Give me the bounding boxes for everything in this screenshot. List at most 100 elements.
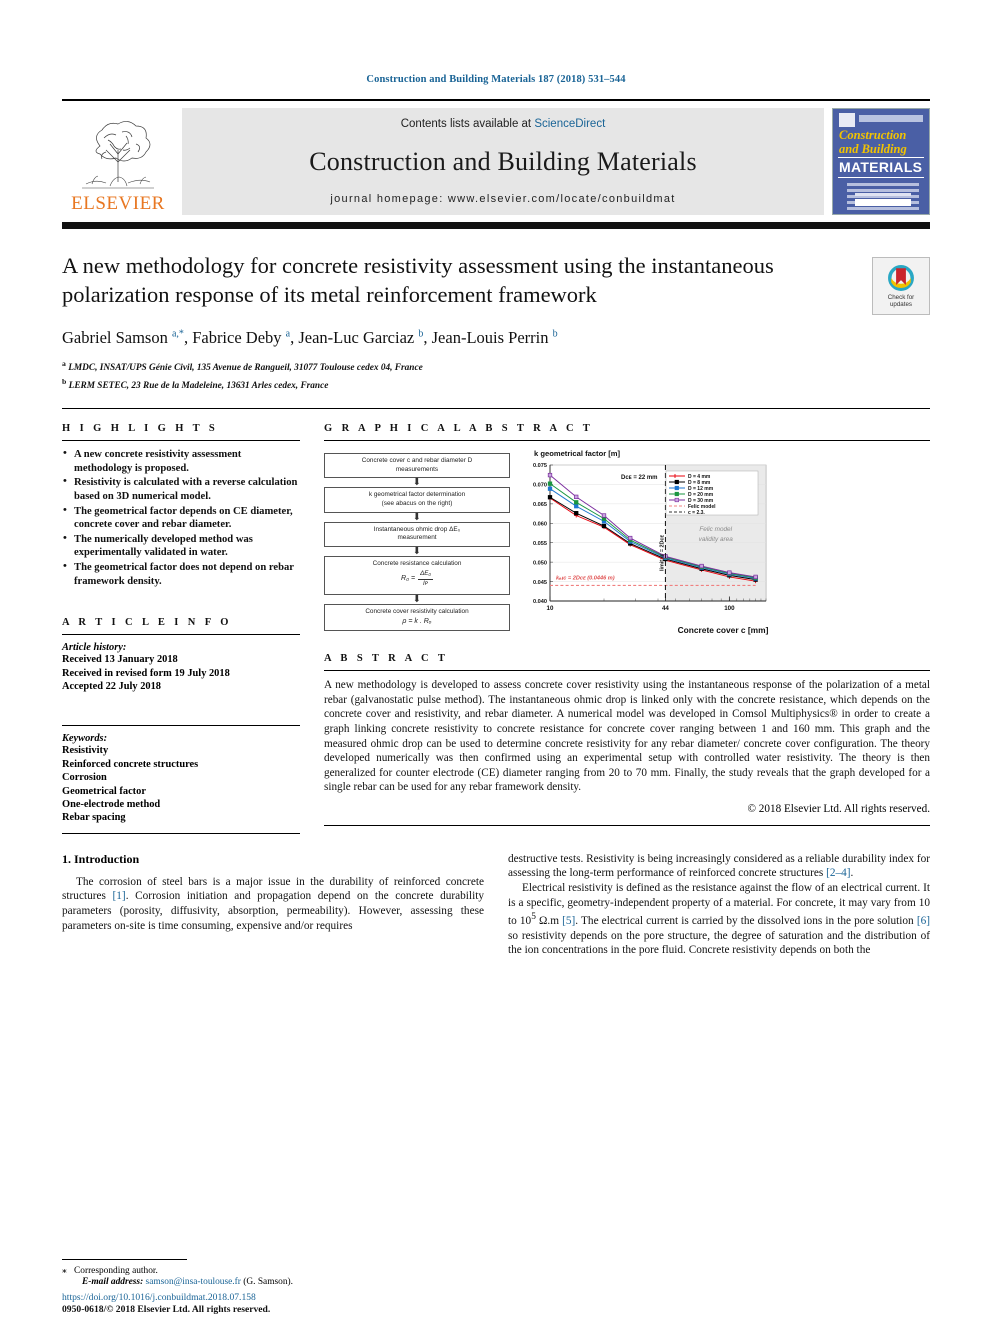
body-text-run: Ω.m — [536, 915, 562, 927]
cover-title-line3: MATERIALS — [839, 159, 925, 175]
citation-link[interactable]: [1] — [113, 890, 126, 902]
keywords-label: Keywords: — [62, 733, 300, 744]
email-label: E-mail address: — [82, 1277, 143, 1287]
k-factor-chart: k geometrical factor [m] 0.040 0.045 0.050… — [516, 449, 930, 635]
affiliation-b: b LERM SETEC, 23 Rue de la Madeleine, 13… — [62, 376, 858, 393]
annotation-ce-diameter: Dᴄᴇ = 22 mm — [621, 475, 658, 481]
formula-denominator: Iᴘ — [418, 580, 433, 589]
flowchart-step-4: Concrete resistance calculation R₀ = ΔE₀… — [324, 556, 510, 595]
flowchart-step-4-formula: R₀ = ΔE₀ Iᴘ — [328, 570, 506, 588]
doi-link[interactable]: https://doi.org/10.1016/j.conbuildmat.20… — [62, 1292, 270, 1305]
left-column: H I G H L I G H T S A new concrete resis… — [62, 409, 300, 834]
svg-text:10: 10 — [547, 605, 554, 612]
journal-masthead: ELSEVIER Contents lists available at Sci… — [62, 99, 930, 215]
keyword-item: Rebar spacing — [62, 811, 300, 824]
right-column: G R A P H I C A L A B S T R A C T Concre… — [324, 409, 930, 834]
chart-legend-item: c = 2.3. — [688, 510, 705, 516]
flowchart-step-3-line2: measurement — [328, 534, 506, 543]
chart-title: k geometrical factor [m] — [534, 449, 930, 458]
paper-page: Construction and Building Materials 187 … — [0, 0, 992, 1323]
keywords-rule-top — [62, 725, 300, 726]
running-head: Construction and Building Materials 187 … — [0, 0, 992, 85]
sciencedirect-link[interactable]: ScienceDirect — [534, 118, 605, 130]
keyword-item: One-electrode method — [62, 798, 300, 811]
flow-arrow-icon: ⬇ — [324, 595, 510, 604]
flowchart-step-4-line1: Concrete resistance calculation — [328, 560, 506, 569]
citation-link[interactable]: [6] — [917, 915, 930, 927]
body-paragraph: destructive tests. Resistivity is being … — [508, 852, 930, 881]
keyword-item: Resistivity — [62, 744, 300, 757]
history-item: Received 13 January 2018 — [62, 653, 300, 666]
affiliation-a-text: LMDC, INSAT/UPS Génie Civil, 135 Avenue … — [68, 363, 423, 373]
graphical-abstract-rule — [324, 440, 930, 441]
abstract-bottom-rule — [324, 825, 930, 826]
body-text-run: . Corrosion initiation and propagation d… — [62, 890, 484, 931]
footnote-rule — [62, 1259, 187, 1260]
citation-link[interactable]: [2–4] — [826, 867, 850, 879]
svg-text:0.065: 0.065 — [533, 502, 547, 508]
flowchart-step-1: Concrete cover c and rebar diameter D me… — [324, 453, 510, 478]
svg-text:100: 100 — [724, 605, 735, 612]
body-columns: 1. Introduction The corrosion of steel b… — [62, 852, 930, 958]
history-item: Received in revised form 19 July 2018 — [62, 667, 300, 680]
page-title: A new methodology for concrete resistivi… — [62, 251, 858, 309]
svg-text:0.055: 0.055 — [533, 541, 547, 547]
email-link[interactable]: samson@insa-toulouse.fr — [146, 1277, 241, 1287]
svg-text:0.040: 0.040 — [533, 599, 547, 605]
crossmark-icon — [887, 264, 915, 292]
svg-text:0.060: 0.060 — [533, 522, 547, 528]
flowchart-step-3: Instantaneous ohmic drop ΔE₀ measurement — [324, 522, 510, 547]
issn-copyright-line: 0950-0618/© 2018 Elsevier Ltd. All right… — [62, 1304, 270, 1317]
masthead-black-bar — [62, 222, 930, 229]
journal-homepage-link[interactable]: journal homepage: www.elsevier.com/locat… — [330, 193, 675, 205]
body-text-run: . The electrical current is carried by t… — [575, 915, 917, 927]
contents-prefix: Contents lists available at — [401, 118, 535, 130]
article-info-heading: A R T I C L E I N F O — [62, 589, 300, 628]
body-column-1: 1. Introduction The corrosion of steel b… — [62, 852, 484, 958]
flow-arrow-icon: ⬇ — [324, 547, 510, 556]
highlights-list: A new concrete resistivity assessment me… — [62, 448, 300, 588]
journal-cover-thumbnail: Construction and Building MATERIALS — [832, 108, 930, 215]
annotation-validity-line2: validity area — [699, 536, 734, 543]
flowchart-step-5: Concrete cover resistivity calculation ρ… — [324, 604, 510, 631]
article-history-label: Article history: — [62, 642, 300, 653]
crossmark-badge[interactable]: Check for updates — [872, 257, 930, 315]
flowchart-step-1-line1: Concrete cover c and rebar diameter D — [328, 457, 506, 466]
crossmark-label: Check for updates — [888, 294, 914, 309]
flowchart-step-5-formula: ρ = k . Rₒ — [328, 618, 506, 627]
keywords-rule-bottom — [62, 833, 300, 834]
chart-svg: 0.0400.0450.0500.0550.0600.0650.0700.075… — [516, 459, 772, 627]
flow-arrow-icon: ⬇ — [324, 513, 510, 522]
methodology-flowchart: Concrete cover c and rebar diameter D me… — [324, 449, 510, 635]
abstract-heading: A B S T R A C T — [324, 635, 930, 664]
cover-logo-box — [839, 113, 855, 127]
highlights-heading: H I G H L I G H T S — [62, 409, 300, 434]
cover-title-line2: and Building — [839, 143, 925, 156]
affiliation-b-text: LERM SETEC, 23 Rue de la Madeleine, 1363… — [69, 381, 329, 391]
flowchart-step-2-line2: (see abacus on the right) — [328, 500, 506, 509]
list-item: Resistivity is calculated with a reverse… — [62, 476, 300, 503]
abstract-rule — [324, 670, 930, 671]
corresponding-author-note: ⁎ Corresponding author. — [62, 1265, 492, 1278]
graphical-abstract-heading: G R A P H I C A L A B S T R A C T — [324, 409, 930, 434]
svg-text:0.070: 0.070 — [533, 483, 547, 489]
svg-text:0.045: 0.045 — [533, 580, 547, 586]
email-suffix: (G. Samson). — [243, 1277, 293, 1287]
flowchart-step-1-line2: measurements — [328, 466, 506, 475]
graphical-abstract-content: Concrete cover c and rebar diameter D me… — [324, 449, 930, 635]
abstract-copyright: © 2018 Elsevier Ltd. All rights reserved… — [324, 803, 930, 815]
section-heading-introduction: 1. Introduction — [62, 852, 484, 867]
body-paragraph: Electrical resistivity is defined as the… — [508, 881, 930, 958]
citation-link[interactable]: [5] — [562, 915, 575, 927]
cover-title-line1: Construction — [839, 129, 925, 142]
svg-text:0.075: 0.075 — [533, 463, 547, 469]
cover-footer — [855, 193, 911, 206]
article-info-rule — [62, 634, 300, 635]
keyword-item: Corrosion — [62, 771, 300, 784]
body-column-2: destructive tests. Resistivity is being … — [508, 852, 930, 958]
keyword-item: Geometrical factor — [62, 785, 300, 798]
abstract-text: A new methodology is developed to assess… — [324, 678, 930, 795]
annotation-validity-line1: Felic model — [699, 526, 732, 533]
formula-numerator: ΔE₀ — [418, 570, 433, 580]
list-item: The numerically developed method was exp… — [62, 533, 300, 560]
